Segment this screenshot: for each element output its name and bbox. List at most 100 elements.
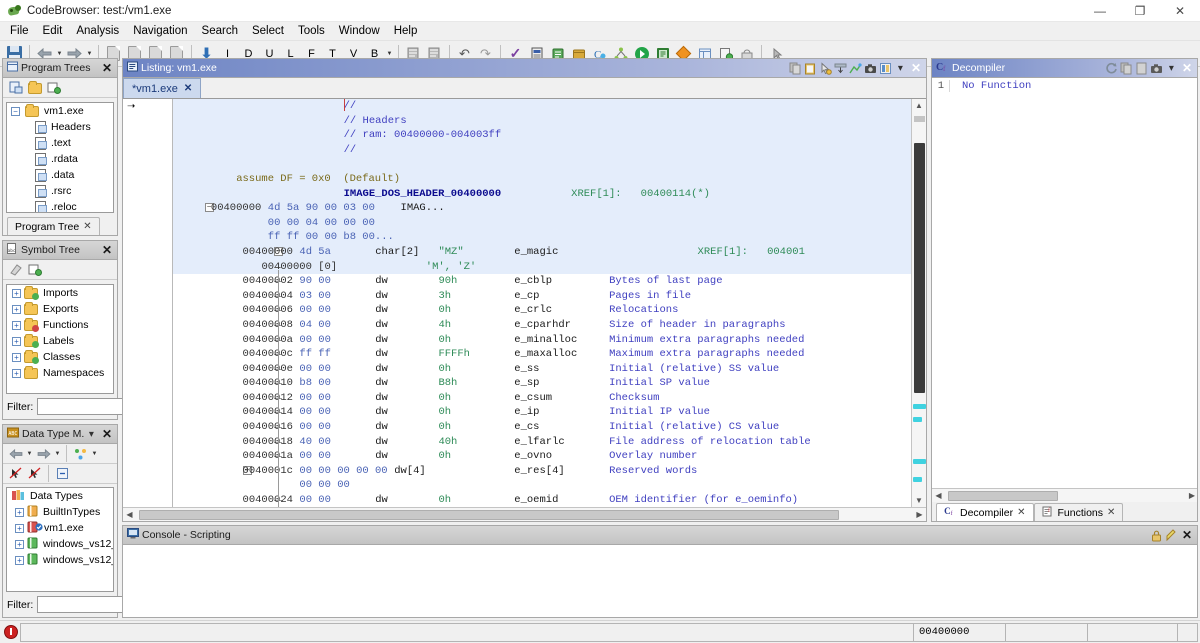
symbol-tree-rename-icon[interactable] <box>6 261 25 279</box>
decompiler-dropdown-caret[interactable]: ▾ <box>1164 61 1179 76</box>
menu-select[interactable]: Select <box>245 22 291 41</box>
paste-icon[interactable] <box>803 61 818 76</box>
scroll-right-arrow-icon[interactable]: ▶ <box>913 510 926 519</box>
cursor-select-icon[interactable] <box>818 61 833 76</box>
listing-line[interactable]: 00 00 04 00 00 00 <box>173 216 911 231</box>
symbol-tree-item-imports[interactable]: + Imports <box>7 285 113 301</box>
listing-dropdown-caret[interactable]: ▾ <box>893 61 908 76</box>
menu-analysis[interactable]: Analysis <box>69 22 126 41</box>
listing-line[interactable]: 0040000403 00dw3he_cpPages in file <box>173 289 911 304</box>
menu-edit[interactable]: Edit <box>36 22 70 41</box>
expand-icon[interactable]: + <box>15 524 24 533</box>
symbol-tree[interactable]: + Imports + Exports + Functions + <box>6 284 114 394</box>
expand-icon[interactable]: + <box>12 353 21 362</box>
listing-line[interactable]: 0040000a00 00dw0he_minallocMinimum extra… <box>173 333 911 348</box>
listing-line[interactable]: // <box>173 99 911 114</box>
browser-options-icon[interactable] <box>878 61 893 76</box>
toggle-fields-icon[interactable] <box>833 61 848 76</box>
listing-horizontal-scrollbar[interactable]: ◀ ▶ <box>123 507 926 521</box>
expand-icon[interactable]: + <box>12 305 21 314</box>
decompiler-horizontal-scrollbar[interactable]: ◀ ▶ <box>932 488 1197 502</box>
tab-decompiler[interactable]: Cf Decompiler ✕ <box>936 503 1034 521</box>
listing-line[interactable] <box>173 157 911 172</box>
program-trees-close-icon[interactable]: ✕ <box>99 61 115 75</box>
listing-line[interactable]: 0040001200 00dw0he_csumChecksum <box>173 391 911 406</box>
listing-line[interactable]: 0040001400 00dw0he_ipInitial IP value <box>173 405 911 420</box>
scroll-down-arrow-icon[interactable]: ▼ <box>912 494 926 507</box>
back-dropdown-caret[interactable]: ▼ <box>55 51 64 57</box>
export-decompiler-icon[interactable] <box>1134 61 1149 76</box>
listing-code-area[interactable]: //// Headers// ram: 00400000-004003ff//a… <box>173 99 911 507</box>
data-type-item-windows-vs12-32[interactable]: + windows_vs12_32 <box>7 536 113 552</box>
listing-line[interactable]: 00400010b8 00dwB8he_spInitial SP value <box>173 376 911 391</box>
listing-line[interactable]: 0040001600 00dw0he_csInitial (relative) … <box>173 420 911 435</box>
dtm-back-caret[interactable]: ▼ <box>25 451 34 457</box>
listing-line[interactable]: 0040000e00 00dw0he_ssInitial (relative) … <box>173 362 911 377</box>
symbol-tree-item-labels[interactable]: + Labels <box>7 333 113 349</box>
listing-line[interactable]: // Headers <box>173 114 911 129</box>
decompiler-hscroll-thumb[interactable] <box>948 491 1058 501</box>
listing-line[interactable]: IMAGE_DOS_HEADER_00400000XREF[1]:0040011… <box>173 187 911 202</box>
listing-line[interactable]: +0040001c00 00 00 00 00dw[4]e_res[4]Rese… <box>173 464 911 479</box>
program-tree[interactable]: − vm1.exe Headers .text .rdata <box>6 102 114 213</box>
expand-icon[interactable]: + <box>15 508 24 517</box>
expand-icon[interactable]: + <box>12 321 21 330</box>
program-tree-item-reloc[interactable]: .reloc <box>7 199 113 213</box>
listing-line[interactable]: 00400000 [0]'M', 'Z' <box>173 260 911 275</box>
dtm-back-icon[interactable] <box>6 445 25 463</box>
listing-scroll-thumb[interactable] <box>914 143 925 393</box>
listing-tab-close-icon[interactable]: ✕ <box>184 83 192 94</box>
symbol-tree-item-namespaces[interactable]: + Namespaces <box>7 365 113 381</box>
listing-line[interactable]: 0040001a00 00dw0he_ovnoOverlay number <box>173 449 911 464</box>
dtm-collapse-all-icon[interactable] <box>53 465 72 483</box>
console-close-icon[interactable]: ✕ <box>1179 528 1195 542</box>
program-tree-green-icon[interactable] <box>44 79 63 97</box>
program-tree-item-data[interactable]: .data <box>7 167 113 183</box>
listing-line[interactable]: assume DF = 0x0 (Default) <box>173 172 911 187</box>
tab-functions[interactable]: f Functions ✕ <box>1034 503 1124 521</box>
symbol-tree-item-functions[interactable]: + Functions <box>7 317 113 333</box>
listing-vertical-scrollbar[interactable]: ▲ ▼ <box>911 99 926 507</box>
program-tree-item-headers[interactable]: Headers <box>7 119 113 135</box>
data-type-tree[interactable]: Data Types + BuiltInTypes + <box>6 487 114 592</box>
toolbar-b-dropdown-caret[interactable]: ▼ <box>385 51 394 57</box>
decompiler-close-icon[interactable]: ✕ <box>1179 61 1195 75</box>
data-type-manager-close-icon[interactable]: ✕ <box>99 427 115 441</box>
data-type-item-vm1exe[interactable]: + vm1.exe <box>7 520 113 536</box>
listing-line[interactable]: 0040002400 00dw0he_oemidOEM identifier (… <box>173 493 911 507</box>
open-folder-icon[interactable] <box>25 79 44 97</box>
listing-hscroll-thumb[interactable] <box>139 510 839 520</box>
decompiler-scroll-right-icon[interactable]: ▶ <box>1189 491 1195 500</box>
menu-navigation[interactable]: Navigation <box>126 22 194 41</box>
listing-line[interactable]: // ram: 00400000-004003ff <box>173 128 911 143</box>
symbol-tree-green-icon[interactable] <box>25 261 44 279</box>
console-clear-icon[interactable] <box>1164 528 1179 543</box>
console-lock-icon[interactable] <box>1149 528 1164 543</box>
menu-help[interactable]: Help <box>387 22 425 41</box>
data-type-item-windows-vs12-64[interactable]: + windows_vs12_64 <box>7 552 113 568</box>
program-tree-root[interactable]: − vm1.exe <box>7 103 113 119</box>
symbol-tree-item-classes[interactable]: + Classes <box>7 349 113 365</box>
expand-icon[interactable]: + <box>15 556 24 565</box>
new-tree-icon[interactable] <box>6 79 25 97</box>
root-collapse-icon[interactable]: − <box>11 107 20 116</box>
data-types-root[interactable]: Data Types <box>7 488 113 504</box>
console-output[interactable] <box>123 545 1197 617</box>
close-button[interactable]: ✕ <box>1160 0 1200 22</box>
dtm-forward-caret[interactable]: ▼ <box>53 451 62 457</box>
listing-line[interactable]: ff ff 00 00 b8 00... <box>173 230 911 245</box>
dtm-sort-caret[interactable]: ▼ <box>90 451 99 457</box>
decompiler-camera-icon[interactable] <box>1149 61 1164 76</box>
listing-close-icon[interactable]: ✕ <box>908 61 924 75</box>
tab-program-tree[interactable]: Program Tree ✕ <box>7 217 100 235</box>
program-tree-item-text[interactable]: .text <box>7 135 113 151</box>
tab-functions-close-icon[interactable]: ✕ <box>1107 507 1115 518</box>
menu-tools[interactable]: Tools <box>291 22 332 41</box>
listing-line[interactable]: 0040000290 00dw90he_cblpBytes of last pa… <box>173 274 911 289</box>
status-alert-icon[interactable] <box>2 623 20 641</box>
scroll-left-arrow-icon[interactable]: ◀ <box>123 510 136 519</box>
dtm-forward-icon[interactable] <box>34 445 53 463</box>
snapshot-camera-icon[interactable] <box>863 61 878 76</box>
scroll-up-arrow-icon[interactable]: ▲ <box>912 99 926 112</box>
listing-line[interactable]: // <box>173 143 911 158</box>
